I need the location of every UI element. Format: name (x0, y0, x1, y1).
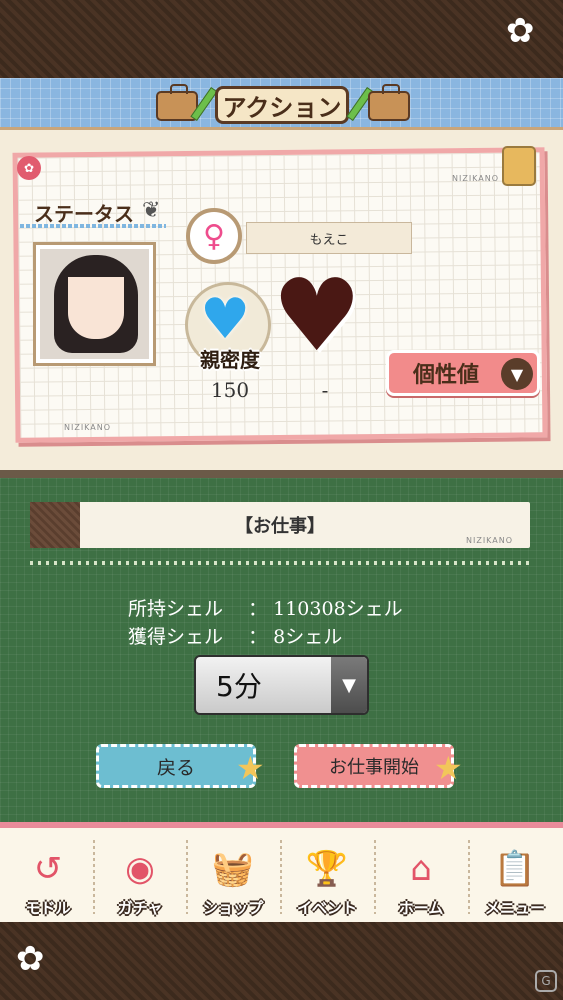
blue-heart-icon: ♥ (200, 287, 251, 352)
nav-label: ショップ (202, 899, 263, 917)
nav-item-gacha[interactable]: ◉ ガチャ (96, 832, 184, 918)
nav-separator (468, 840, 470, 914)
earned-shells-label: 獲得シェル (128, 626, 224, 648)
watermark-icon: G (535, 970, 557, 992)
nav-item-back[interactable]: ↺ モドル (4, 832, 92, 918)
dotted-divider (30, 561, 530, 565)
intimacy-value: 150 (210, 378, 250, 402)
duration-value: 5分 (216, 670, 262, 703)
trophy-icon: 🏆 (305, 849, 349, 889)
female-icon: ♀ (186, 208, 242, 264)
duration-select[interactable]: 5分 ▼ (194, 655, 369, 715)
bottom-wood-border (0, 922, 563, 1000)
back-button[interactable]: 戻る (96, 744, 256, 788)
nav-separator (186, 840, 188, 914)
page-title: アクション (215, 86, 349, 124)
status-title: ステータス (34, 202, 134, 226)
bird-icon: ❦ (142, 198, 161, 223)
watermark-label: NIZIKANO (466, 536, 514, 545)
job-banner: 【お仕事】 (30, 502, 530, 548)
star-icon: ★ (236, 749, 265, 787)
shop-basket-icon: 🧺 (211, 849, 255, 889)
sakura-icon: ✿ (506, 11, 535, 51)
menu-clipboard-icon: 📋 (493, 849, 537, 889)
character-portrait[interactable] (33, 242, 156, 366)
banner-tab (30, 502, 80, 548)
portrait-face (68, 277, 124, 339)
watermark-label: NIZIKANO (64, 423, 112, 432)
nav-separator (280, 840, 282, 914)
nav-item-event[interactable]: 🏆 イベント (283, 832, 371, 918)
owned-shells-label: 所持シェル (128, 598, 224, 620)
nav-label: モドル (25, 899, 71, 917)
portrait-image (40, 249, 149, 359)
heart-value: - (321, 378, 329, 402)
earned-shells-row: 獲得シェル ： 8シェル (128, 622, 342, 649)
status-underline (20, 224, 166, 228)
colon-separator: ： (229, 598, 268, 620)
back-button-label: 戻る (156, 756, 195, 779)
briefcase-icon (368, 84, 410, 121)
personality-button[interactable]: 個性値 ▼ (386, 350, 540, 396)
colon-separator: ： (229, 626, 268, 648)
nav-label: メニュー (484, 899, 545, 917)
intimacy-label: 親密度 (200, 348, 260, 372)
character-name: もえこ (246, 222, 412, 254)
brown-heart-icon: ♥ (272, 257, 362, 374)
flower-badge-icon: ✿ (17, 156, 41, 180)
top-wood-border (0, 0, 563, 80)
nav-separator (93, 840, 95, 914)
job-banner-title: 【お仕事】 (235, 516, 325, 537)
nav-item-menu[interactable]: 📋 メニュー (471, 832, 559, 918)
owned-shells-row: 所持シェル ： 110308シェル (128, 594, 403, 621)
nav-item-shop[interactable]: 🧺 ショップ (189, 832, 277, 918)
sakura-icon: ✿ (16, 939, 45, 979)
nav-label: イベント (296, 899, 357, 917)
earned-shells-value: 8シェル (273, 626, 343, 648)
gacha-machine-icon: ◉ (125, 849, 155, 889)
back-arrow-icon: ↺ (33, 849, 63, 889)
personality-label: 個性値 (413, 363, 480, 388)
nav-item-home[interactable]: ⌂ ホーム (377, 832, 465, 918)
nav-separator (374, 840, 376, 914)
paper-clip-icon (502, 146, 536, 186)
start-job-button[interactable]: お仕事開始 (294, 744, 454, 788)
chevron-down-icon: ▼ (501, 358, 533, 390)
nav-label: ガチャ (117, 899, 163, 917)
watermark-label: NIZIKANO (452, 174, 500, 183)
nav-label: ホーム (398, 899, 444, 917)
start-job-label: お仕事開始 (329, 757, 419, 778)
dropdown-arrow-icon: ▼ (331, 657, 367, 713)
home-icon: ⌂ (410, 849, 432, 889)
star-icon: ★ (434, 749, 463, 787)
owned-shells-value: 110308シェル (273, 598, 403, 620)
